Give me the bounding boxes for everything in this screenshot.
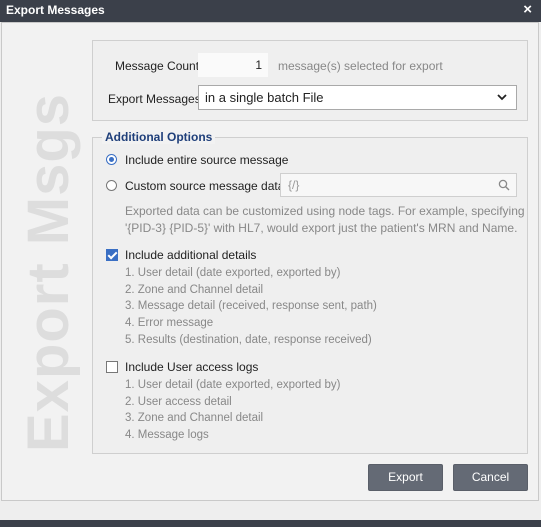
- custom-source-radio[interactable]: [106, 180, 117, 191]
- include-logs-checkbox[interactable]: [106, 361, 118, 373]
- include-entire-radio[interactable]: [106, 154, 117, 165]
- close-icon[interactable]: ×: [523, 1, 532, 18]
- export-button[interactable]: Export: [368, 464, 443, 491]
- include-logs-label[interactable]: Include User access logs: [125, 360, 258, 374]
- custom-data-description-line2: '{PID-3} {PID-5}' with HL7, would export…: [125, 221, 518, 235]
- list-item: 4. Message logs: [125, 429, 209, 442]
- export-messages-label: Export Messages:: [108, 92, 205, 106]
- watermark-text: Export Msgs: [16, 92, 81, 452]
- logs-list: 1. User detail (date exported, exported …: [125, 377, 340, 444]
- message-count-field: 1: [198, 53, 268, 77]
- window-title: Export Messages: [6, 3, 105, 17]
- list-item: 5. Results (destination, date, response …: [125, 333, 372, 346]
- cancel-button[interactable]: Cancel: [453, 464, 528, 491]
- title-bar: Export Messages ×: [0, 0, 541, 22]
- additional-options-legend: Additional Options: [102, 130, 216, 144]
- window-bottom-edge: [0, 520, 541, 527]
- list-item: 4. Error message: [125, 317, 214, 330]
- export-messages-select[interactable]: in a single batch File: [198, 85, 517, 110]
- custom-source-placeholder: {/}: [288, 178, 300, 192]
- list-item: 3. Zone and Channel detail: [125, 412, 264, 425]
- details-list: 1. User detail (date exported, exported …: [125, 265, 377, 349]
- chevron-down-icon: [497, 94, 507, 101]
- include-entire-label[interactable]: Include entire source message: [125, 153, 288, 167]
- list-item: 2. User access detail: [125, 395, 232, 408]
- list-item: 3. Message detail (received, response se…: [125, 300, 377, 313]
- list-item: 2. Zone and Channel detail: [125, 283, 264, 296]
- custom-data-description-line1: Exported data can be customized using no…: [125, 204, 525, 218]
- custom-source-label[interactable]: Custom source message data: [125, 179, 284, 193]
- message-count-label: Message Count:: [115, 59, 203, 73]
- list-item: 1. User detail (date exported, exported …: [125, 267, 341, 279]
- custom-source-input[interactable]: {/}: [280, 173, 517, 197]
- list-item: 1. User detail (date exported, exported …: [125, 379, 341, 391]
- include-details-label[interactable]: Include additional details: [125, 248, 256, 262]
- export-messages-selected: in a single batch File: [205, 90, 324, 105]
- search-icon: [498, 179, 510, 191]
- include-details-checkbox[interactable]: [106, 249, 118, 261]
- message-count-suffix: message(s) selected for export: [278, 59, 443, 73]
